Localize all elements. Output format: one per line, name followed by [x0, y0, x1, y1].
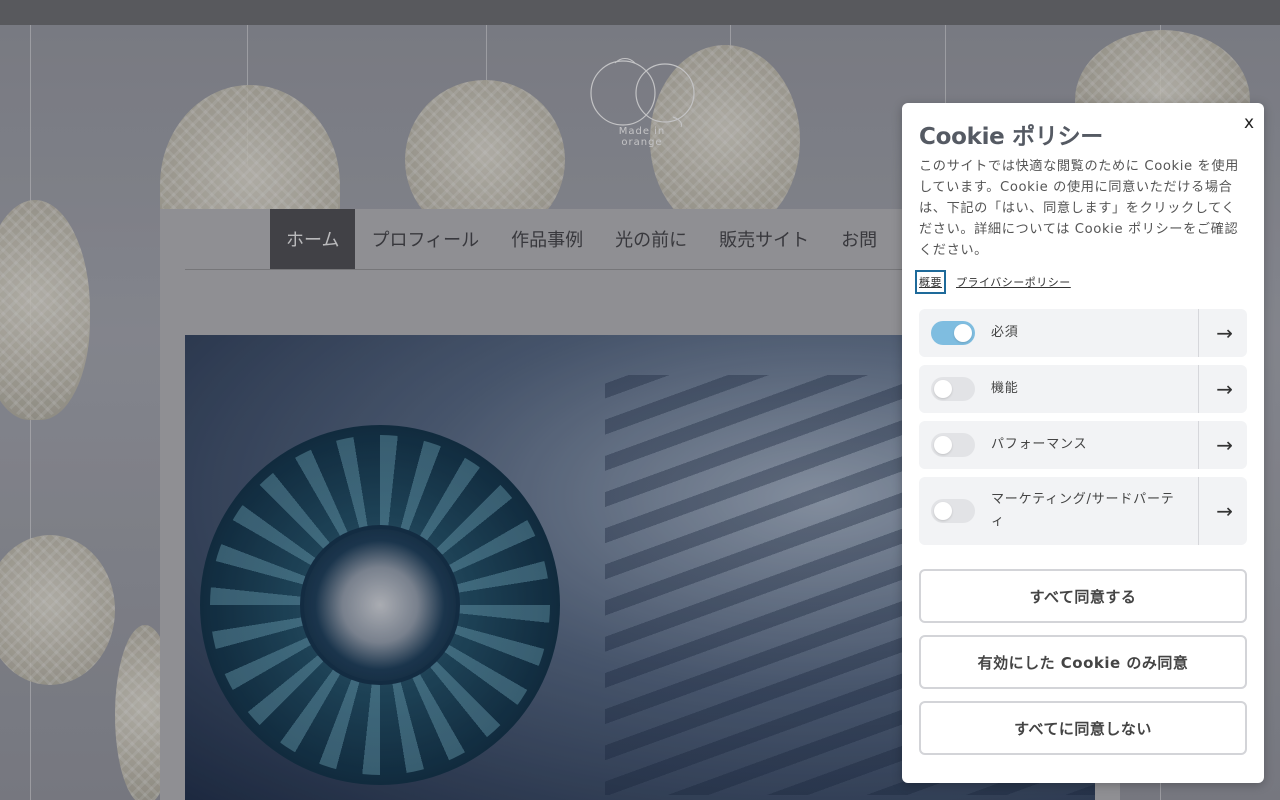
reject-all-button[interactable]: すべてに同意しない [919, 701, 1247, 755]
nav-item-profile[interactable]: プロフィール [355, 209, 495, 269]
nav-item-works[interactable]: 作品事例 [495, 209, 599, 269]
dialog-title: Cookie ポリシー [919, 124, 1103, 150]
arrow-right-icon[interactable]: → [1216, 433, 1233, 457]
arrow-right-icon[interactable]: → [1216, 377, 1233, 401]
marketing-toggle[interactable] [931, 499, 975, 523]
accept-selected-button[interactable]: 有効にした Cookie のみ同意 [919, 635, 1247, 689]
category-functional[interactable]: 機能 → [919, 365, 1247, 413]
required-toggle[interactable] [931, 321, 975, 345]
performance-toggle[interactable] [931, 433, 975, 457]
category-label: マーケティング/サードパーティ [991, 492, 1175, 529]
category-label: 機能 [991, 381, 1019, 396]
dialog-description: このサイトでは快適な閲覧のために Cookie を使用しています。Cookie … [919, 159, 1239, 258]
arrow-right-icon[interactable]: → [1216, 321, 1233, 345]
nav-item-contact[interactable]: お問 [825, 209, 893, 269]
nav-item-light[interactable]: 光の前に [599, 209, 703, 269]
category-marketing[interactable]: マーケティング/サードパーティ → [919, 477, 1247, 545]
dialog-links: 概要 プライバシーポリシー [915, 270, 1071, 294]
logo-wordmark: Made in orange [618, 126, 666, 148]
browser-top-strip [0, 0, 1280, 25]
close-button[interactable]: x [1244, 113, 1254, 133]
privacy-policy-link[interactable]: プライバシーポリシー [956, 274, 1071, 290]
site-logo[interactable] [585, 55, 695, 165]
nav-item-shop[interactable]: 販売サイト [703, 209, 825, 269]
accept-all-button[interactable]: すべて同意する [919, 569, 1247, 623]
cookie-consent-dialog: x Cookie ポリシー このサイトでは快適な閲覧のために Cookie を使… [902, 103, 1264, 783]
category-label: パフォーマンス [991, 437, 1088, 452]
arrow-right-icon[interactable]: → [1216, 499, 1233, 523]
functional-toggle[interactable] [931, 377, 975, 401]
nav-item-home[interactable]: ホーム [270, 209, 356, 269]
crochet-lamp-image [200, 425, 560, 785]
main-navigation: ホーム プロフィール 作品事例 光の前に 販売サイト お問 [270, 209, 893, 269]
category-performance[interactable]: パフォーマンス → [919, 421, 1247, 469]
category-required[interactable]: 必須 → [919, 309, 1247, 357]
overview-link[interactable]: 概要 [915, 270, 946, 294]
category-label: 必須 [991, 325, 1019, 340]
